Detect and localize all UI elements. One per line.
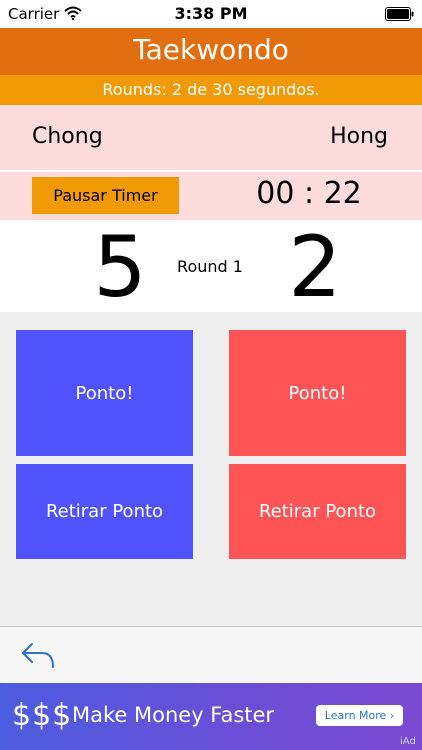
ad-text: Make Money Faster [72, 703, 275, 727]
bottom-toolbar [0, 626, 422, 684]
pause-timer-button[interactable]: Pausar Timer [32, 177, 179, 214]
player-left-name: Chong [32, 124, 103, 149]
ad-dollar-signs: $$$ [12, 698, 73, 733]
score-right: 2 [288, 218, 342, 316]
battery-icon [385, 7, 414, 21]
status-time: 3:38 PM [174, 4, 248, 23]
timer-display: 00 : 22 [256, 176, 362, 211]
iad-label: iAd [400, 736, 416, 747]
left-point-button[interactable]: Ponto! [16, 330, 193, 456]
right-remove-point-button[interactable]: Retirar Ponto [229, 464, 406, 559]
back-arrow-icon[interactable] [20, 640, 56, 670]
rounds-info: Rounds: 2 de 30 segundos. [102, 80, 320, 99]
player-right-name: Hong [330, 124, 388, 149]
page-title: Taekwondo [133, 33, 289, 66]
ad-learn-more-button[interactable]: Learn More › [316, 705, 403, 726]
divider [0, 170, 422, 172]
left-remove-point-button[interactable]: Retirar Ponto [16, 464, 193, 559]
round-label: Round 1 [177, 257, 243, 276]
right-point-button[interactable]: Ponto! [229, 330, 406, 456]
